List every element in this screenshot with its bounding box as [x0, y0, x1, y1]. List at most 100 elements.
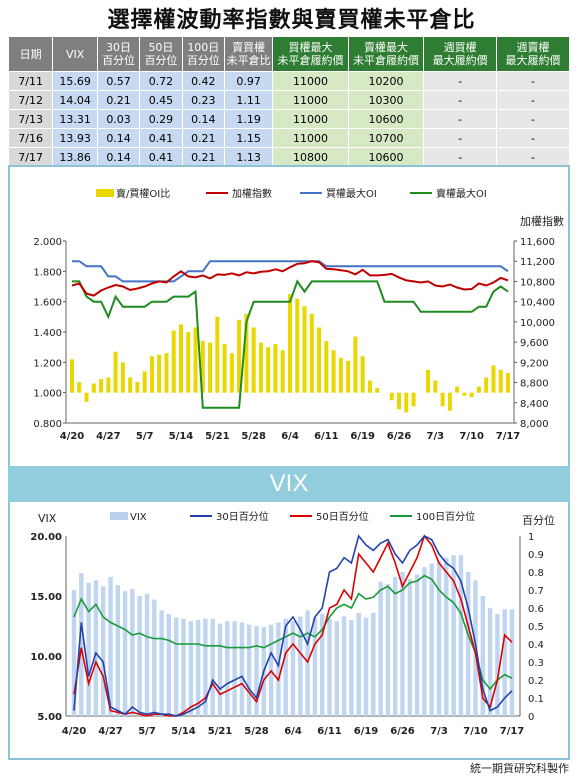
vix-bar [159, 610, 164, 716]
col-header: 日期 [7, 36, 54, 72]
table-cell: 0.14 [96, 147, 141, 167]
ratio-bar [229, 353, 234, 393]
ratio-bar [99, 379, 104, 393]
ratio-bar [498, 369, 503, 393]
table-cell: 0.97 [223, 71, 274, 91]
x-tick-label: 6/19 [350, 431, 375, 442]
table-cell: 0.14 [96, 128, 141, 148]
vix-bar [495, 614, 500, 716]
legend-label: 買權最大OI [326, 187, 377, 200]
footer-credit: 統一期貨研究科製作 [470, 762, 569, 775]
x-tick-label: 5/14 [169, 431, 194, 442]
vix-bar [225, 621, 230, 716]
table-cell: 0.41 [139, 147, 183, 167]
x-tick-label: 4/20 [62, 726, 87, 737]
table-cell: 15.69 [52, 71, 98, 91]
ratio-bar [84, 392, 89, 402]
right-tick-label: 0.1 [528, 694, 544, 705]
table-cell: 13.31 [52, 109, 98, 129]
ratio-bar [193, 327, 198, 393]
left-tick-label: 10.00 [30, 652, 62, 663]
vix-bar [466, 572, 471, 716]
x-tick-label: 6/4 [284, 726, 302, 737]
ratio-bar [447, 392, 452, 411]
table-cell: 10200 [347, 71, 425, 91]
ratio-bar [266, 347, 271, 393]
col-header: 100日 百分位 [181, 36, 226, 72]
x-tick-label: 5/7 [136, 431, 154, 442]
ratio-bar [120, 362, 125, 393]
x-tick-label: 7/3 [427, 431, 445, 442]
vix-bar [341, 616, 347, 716]
left-tick-label: 2.000 [33, 237, 62, 248]
ratio-bar [135, 382, 140, 393]
col-header: 週賣權 最大履約價 [496, 36, 570, 72]
ratio-bar [113, 351, 118, 393]
table-cell: 10800 [272, 147, 349, 167]
vix-bar [210, 618, 215, 716]
vix-bar [422, 567, 427, 716]
right-tick-label: 0.4 [528, 640, 544, 651]
ratio-bar [179, 324, 183, 393]
right-tick-label: 10,000 [520, 318, 555, 329]
ratio-bar [273, 344, 278, 393]
col-header: 30日 百分位 [96, 36, 141, 72]
x-tick-label: 7/17 [496, 431, 521, 442]
table-cell: 1.11 [223, 90, 274, 110]
x-tick-label: 5/21 [208, 726, 233, 737]
summary-table: 日期 VIX 30日 百分位 50日 百分位 100日 百分位 賣買權 未平倉比 買權最… [7, 36, 570, 167]
table-cell: 10600 [347, 147, 425, 167]
ratio-bar [367, 380, 372, 393]
vix-bar [290, 621, 296, 716]
table-cell: 0.72 [139, 71, 183, 91]
vix-bar [137, 596, 142, 716]
ratio-bar [222, 344, 227, 393]
table-cell: 0.45 [139, 90, 183, 110]
right-tick-label: 8,000 [520, 419, 549, 430]
col-header: 賣權最大 未平倉履約價 [347, 36, 425, 72]
vix-bar [247, 624, 252, 716]
vix-bar [115, 585, 120, 716]
ratio-bar [411, 392, 416, 407]
ratio-bar [302, 306, 307, 393]
vix-bar [444, 557, 449, 716]
ratio-bar [171, 330, 176, 393]
vix-bar [144, 593, 150, 716]
ratio-bar [360, 356, 365, 393]
ratio-bar [484, 377, 489, 393]
ratio-bar [338, 357, 343, 393]
vix-bar [130, 588, 135, 716]
x-tick-label: 4/27 [98, 726, 123, 737]
table-cell: 0.21 [181, 128, 226, 148]
table-cell: - [496, 109, 570, 129]
vix-bar [188, 621, 193, 716]
vix-bar [122, 591, 128, 716]
table-row: 7/16 13.93 0.14 0.41 0.21 1.15 11000 10700- - [7, 128, 570, 148]
vix-bar [86, 582, 91, 716]
ratio-bar [375, 388, 380, 393]
x-tick-label: 5/28 [244, 726, 269, 737]
ratio-bar [331, 350, 336, 393]
right-tick-label: 0 [528, 712, 534, 723]
vix-bar [378, 581, 383, 716]
x-tick-label: 5/7 [138, 726, 156, 737]
x-tick-label: 6/26 [387, 431, 412, 442]
ratio-bar [353, 336, 358, 393]
ratio-bar [251, 327, 256, 393]
ratio-bar [462, 392, 467, 396]
col-header: 週買權 最大履約價 [423, 36, 498, 72]
right-tick-label: 1 [528, 532, 534, 543]
left-tick-label: 1.000 [33, 389, 62, 400]
call-oi-line [72, 260, 509, 283]
vix-bar [356, 612, 361, 716]
oi-ratio-chart-panel: 賣/買權OI比 加權指數 買權最大OI 賣權最大OI 加權指數 0.800 1.000 1.2… [8, 165, 570, 467]
ratio-bar [404, 392, 409, 413]
vix-bar [436, 561, 442, 716]
vix-bar [393, 576, 398, 716]
table-cell: 14.04 [52, 90, 98, 110]
vix-bar [349, 620, 354, 716]
right-tick-label: 0.6 [528, 604, 544, 615]
ratio-bar [106, 377, 111, 393]
ratio-bar [389, 392, 394, 401]
ratio-bar [324, 341, 329, 393]
